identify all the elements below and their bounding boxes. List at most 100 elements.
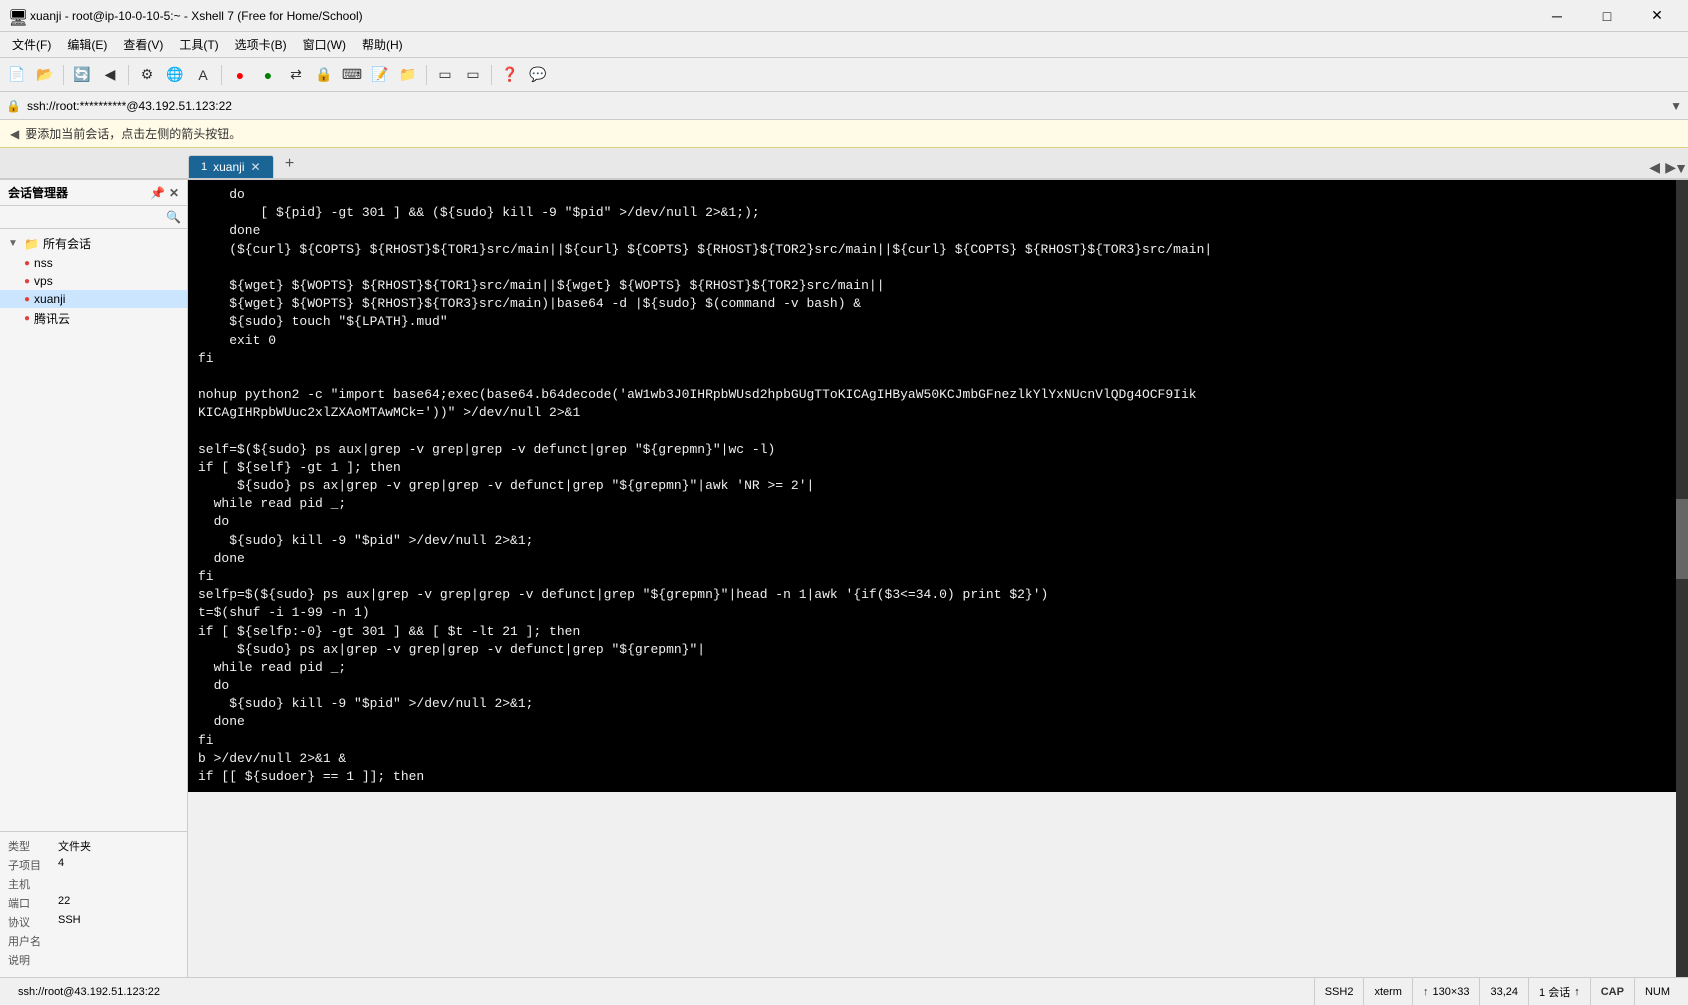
sidebar-search-area: 🔍	[0, 206, 187, 229]
tab-close-icon[interactable]: ✕	[250, 160, 260, 174]
toolbar-help[interactable]: ❓	[497, 62, 523, 88]
close-button[interactable]: ✕	[1634, 0, 1680, 32]
tab-label: xuanji	[213, 160, 244, 174]
toolbar-sep5	[491, 65, 492, 85]
menu-item-编辑E[interactable]: 编辑(E)	[59, 34, 115, 55]
title-bar-controls: ─ □ ✕	[1534, 0, 1680, 32]
info-value-type: 文件夹	[58, 838, 91, 854]
status-caps-text: CAP	[1601, 986, 1624, 998]
info-label-host: 主机	[8, 876, 58, 892]
toolbar-refresh[interactable]: 🔄	[69, 62, 95, 88]
tree-indent4	[8, 313, 20, 324]
status-bar: ssh://root@43.192.51.123:22 SSH2 xterm ↑…	[0, 977, 1688, 1005]
terminal-scrollbar-thumb[interactable]	[1676, 499, 1688, 579]
status-caps: CAP	[1591, 978, 1635, 1005]
tree-folder-icon: 📁	[24, 237, 39, 251]
status-protocol-text: SSH2	[1325, 986, 1354, 998]
tree-tencent-dot: ●	[24, 313, 30, 324]
toolbar-globe[interactable]: 🌐	[162, 62, 188, 88]
toolbar-minus2[interactable]: ▭	[460, 62, 486, 88]
toolbar-open[interactable]: 📂	[32, 62, 58, 88]
maximize-button[interactable]: □	[1584, 0, 1630, 32]
session-panel: 会话管理器 📌 ✕ 🔍 ▼ 📁 所有会话 ●	[0, 180, 188, 977]
menu-item-文件F[interactable]: 文件(F)	[4, 34, 59, 55]
info-value-protocol: SSH	[58, 914, 81, 930]
menu-bar: 文件(F)编辑(E)查看(V)工具(T)选项卡(B)窗口(W)帮助(H)	[0, 32, 1688, 58]
status-protocol: SSH2	[1315, 978, 1365, 1005]
tree-xuanji-label: xuanji	[34, 292, 65, 306]
menu-item-工具T[interactable]: 工具(T)	[171, 34, 226, 55]
app-window: 🖥 xuanji - root@ip-10-0-10-5:~ - Xshell …	[0, 0, 1688, 1005]
tree-vps-label: vps	[34, 274, 53, 288]
info-row-username: 用户名	[8, 933, 179, 949]
toolbar-chat[interactable]: 💬	[525, 62, 551, 88]
toolbar-back[interactable]: ◀	[97, 62, 123, 88]
sidebar-tree: ▼ 📁 所有会话 ● nss ● vps ●	[0, 229, 187, 831]
menu-item-帮助H[interactable]: 帮助(H)	[354, 34, 411, 55]
sidebar-close-icon[interactable]: ✕	[169, 186, 179, 200]
status-sessions-text: 1 会话	[1539, 984, 1570, 1000]
address-dropdown-icon[interactable]: ▼	[1670, 99, 1682, 113]
status-num: NUM	[1635, 978, 1680, 1005]
app-icon: 🖥	[8, 8, 24, 24]
tab-add-button[interactable]: +	[278, 152, 302, 176]
tree-item-vps[interactable]: ● vps	[0, 272, 187, 290]
toolbar-sep2	[128, 65, 129, 85]
info-panel: 类型 文件夹 子项目 4 主机 端口 22 协议 SSH	[0, 831, 187, 977]
toolbar-minus[interactable]: ▭	[432, 62, 458, 88]
tree-nss-dot: ●	[24, 258, 30, 269]
info-value-children: 4	[58, 857, 64, 873]
tree-indent3	[8, 294, 20, 305]
info-label-port: 端口	[8, 895, 58, 911]
status-ssh-path: ssh://root@43.192.51.123:22	[8, 978, 1315, 1005]
sidebar-title: 会话管理器	[8, 184, 68, 201]
info-row-host: 主机	[8, 876, 179, 892]
address-bar: 🔒 ssh://root:**********@43.192.51.123:22…	[0, 92, 1688, 120]
tree-item-xuanji[interactable]: ● xuanji	[0, 290, 187, 308]
toolbar-font[interactable]: A	[190, 62, 216, 88]
toolbar-lock[interactable]: 🔒	[311, 62, 337, 88]
status-size: ↑ 130×33	[1413, 978, 1481, 1005]
toolbar-script[interactable]: 📝	[367, 62, 393, 88]
sidebar-pin-icon[interactable]: 📌	[150, 186, 165, 200]
tree-root-item[interactable]: ▼ 📁 所有会话	[0, 233, 187, 254]
tree-item-nss[interactable]: ● nss	[0, 254, 187, 272]
address-text: ssh://root:**********@43.192.51.123:22	[27, 99, 1664, 113]
toolbar-new[interactable]: 📄	[4, 62, 30, 88]
sidebar-search-icon[interactable]: 🔍	[166, 210, 181, 224]
terminal-scrollbar[interactable]	[1676, 180, 1688, 977]
tip-bar: ◀ 要添加当前会话，点击左侧的箭头按钮。	[0, 120, 1688, 148]
status-position: 33,24	[1480, 978, 1529, 1005]
status-ssh-text: ssh://root@43.192.51.123:22	[18, 986, 160, 998]
terminal[interactable]: do [ ${pid} -gt 301 ] && (${sudo} kill -…	[188, 180, 1688, 792]
toolbar-settings[interactable]: ⚙	[134, 62, 160, 88]
toolbar-sep1	[63, 65, 64, 85]
status-term-type: xterm	[1364, 978, 1413, 1005]
minimize-button[interactable]: ─	[1534, 0, 1580, 32]
tree-item-tencent[interactable]: ● 腾讯云	[0, 308, 187, 329]
info-label-type: 类型	[8, 838, 58, 854]
title-bar: 🖥 xuanji - root@ip-10-0-10-5:~ - Xshell …	[0, 0, 1688, 32]
sidebar-header: 会话管理器 📌 ✕	[0, 180, 187, 206]
tree-indent2	[8, 276, 20, 287]
tab-bar: 1 xuanji ✕ + ◀ ▶ ▼	[0, 148, 1688, 180]
tab-nav-left-icon[interactable]: ◀	[1649, 159, 1660, 176]
tree-indent	[8, 258, 20, 269]
tab-number: 1	[201, 161, 207, 173]
sidebar-header-buttons: 📌 ✕	[150, 186, 179, 200]
tip-text: 要添加当前会话，点击左侧的箭头按钮。	[25, 125, 241, 142]
toolbar: 📄 📂 🔄 ◀ ⚙ 🌐 A ● ● ⇄ 🔒 ⌨ 📝 📁 ▭ ▭ ❓ 💬	[0, 58, 1688, 92]
toolbar-green[interactable]: ●	[255, 62, 281, 88]
status-upload-icon: ↑	[1423, 986, 1429, 998]
tab-xuanji[interactable]: 1 xuanji ✕	[188, 155, 274, 178]
toolbar-folder2[interactable]: 📁	[395, 62, 421, 88]
status-sessions: 1 会话 ↑	[1529, 978, 1591, 1005]
toolbar-arrows[interactable]: ⇄	[283, 62, 309, 88]
menu-item-选项卡B[interactable]: 选项卡(B)	[227, 34, 295, 55]
status-sessions-icon: ↑	[1574, 986, 1580, 998]
toolbar-red[interactable]: ●	[227, 62, 253, 88]
tab-menu-icon[interactable]: ▼	[1674, 160, 1688, 176]
toolbar-keyboard[interactable]: ⌨	[339, 62, 365, 88]
menu-item-窗口W[interactable]: 窗口(W)	[295, 34, 354, 55]
menu-item-查看V[interactable]: 查看(V)	[115, 34, 171, 55]
